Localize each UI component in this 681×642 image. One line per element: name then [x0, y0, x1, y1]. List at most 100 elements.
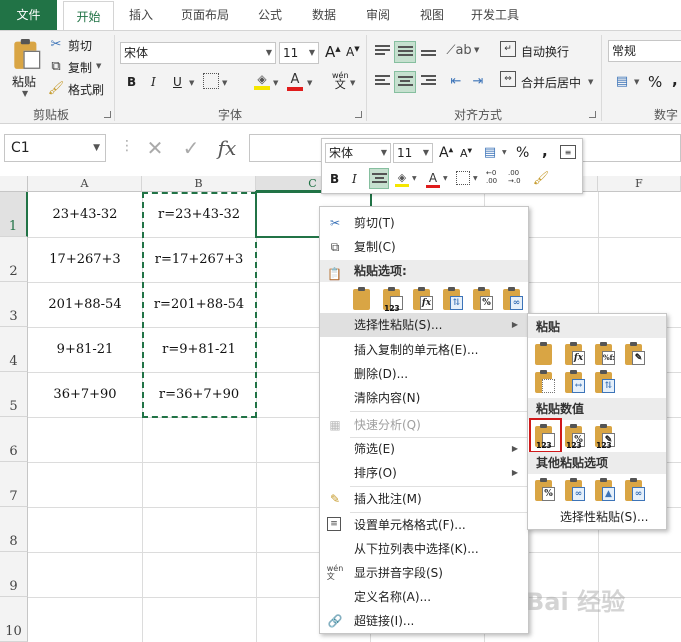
menu-item-define-name[interactable]: 定义名称(A)... [320, 585, 528, 609]
shrink-font-button[interactable]: A▼ [346, 45, 360, 59]
menu-item-copy[interactable]: ⧉ 复制(C) [320, 235, 528, 259]
tab-insert[interactable]: 插入 [120, 0, 162, 30]
mini-fill-color-icon[interactable]: ◈ [394, 169, 410, 189]
paste-button[interactable]: 粘贴 ▼ [8, 37, 42, 101]
orientation-icon[interactable]: ⟋ab [446, 40, 471, 60]
row-header[interactable]: 1 [0, 192, 28, 237]
tab-formulas[interactable]: 公式 [248, 0, 292, 30]
paste-values-icon[interactable]: 123 [382, 287, 404, 313]
mini-center-button[interactable] [369, 168, 389, 189]
wrap-text-button[interactable]: 自动换行 [521, 43, 569, 60]
menu-item-pick-list[interactable]: 从下拉列表中选择(K)... [320, 537, 528, 561]
column-header-f[interactable]: F [598, 176, 681, 192]
mini-format-table-icon[interactable]: ≡ [560, 145, 576, 159]
mini-font-combo[interactable]: 宋体 ▼ [325, 143, 391, 163]
accounting-format-icon[interactable]: ▤ [612, 71, 632, 91]
font-launcher-icon[interactable] [355, 111, 362, 118]
enter-icon[interactable]: ✓ [176, 134, 206, 162]
mini-format-painter-icon[interactable]: 🖌 [532, 169, 550, 187]
tab-view[interactable]: 视图 [410, 0, 454, 30]
paste-transpose-icon[interactable]: ⇅ [442, 287, 464, 311]
insert-function-icon[interactable]: fx [212, 134, 242, 162]
paste-icon[interactable] [534, 342, 556, 366]
mini-shrink-font-icon[interactable]: A▼ [460, 147, 472, 160]
tab-data[interactable]: 数据 [302, 0, 346, 30]
align-middle-button[interactable] [394, 41, 416, 63]
fill-color-icon[interactable]: ◈ [253, 71, 271, 91]
phonetic-button[interactable]: wén 文 [332, 71, 349, 90]
paste-formulas-icon[interactable]: fx [412, 287, 434, 311]
tab-file[interactable]: 文件 [0, 0, 57, 30]
menu-item-paste-special[interactable]: 选择性粘贴(S)... ▶ [320, 313, 528, 337]
paste-values-source-format-icon[interactable]: ✎ 123 [594, 424, 616, 450]
format-painter-button[interactable]: 🖌 格式刷 [48, 80, 108, 98]
mini-italic-button[interactable]: I [352, 172, 357, 186]
cell-a5[interactable]: 36+7+90 [28, 387, 142, 402]
align-left-button[interactable] [372, 71, 392, 91]
row-header[interactable]: 4 [0, 327, 28, 372]
mini-increase-decimal-icon[interactable]: ←0.00 [486, 169, 497, 185]
paste-keep-width-icon[interactable]: ↔ [564, 370, 586, 394]
paste-values-number-format-icon[interactable]: % 123 [564, 424, 586, 450]
row-header[interactable]: 3 [0, 282, 28, 327]
row-header[interactable]: 9 [0, 552, 28, 597]
paste-formatting-icon[interactable]: % [534, 478, 556, 502]
cell-a2[interactable]: 17+267+3 [28, 252, 142, 267]
align-right-button[interactable] [418, 71, 438, 91]
number-format-combo[interactable]: 常规 [608, 40, 681, 62]
mini-size-combo[interactable]: 11 ▼ [393, 143, 433, 163]
borders-icon[interactable] [203, 73, 219, 89]
align-bottom-button[interactable] [418, 43, 438, 63]
menu-item-phonetic[interactable]: wén 文 显示拼音字段(S) [320, 561, 528, 585]
cut-button[interactable]: ✂ 剪切 [48, 36, 108, 54]
menu-item-insert-copied[interactable]: 插入复制的单元格(E)... [320, 338, 528, 362]
column-header-a[interactable]: A [28, 176, 142, 192]
italic-button[interactable]: I [151, 75, 156, 89]
row-header[interactable]: 5 [0, 372, 28, 417]
paste-formatting-icon[interactable]: % [472, 287, 494, 311]
paste-icon[interactable] [352, 287, 374, 311]
paste-transpose-icon[interactable]: ⇅ [594, 370, 616, 394]
cell-a4[interactable]: 9+81-21 [28, 342, 142, 357]
paste-formulas-icon[interactable]: fx [564, 342, 586, 366]
mini-comma-button[interactable]: , [542, 142, 548, 160]
row-header[interactable]: 2 [0, 237, 28, 282]
name-box[interactable]: C1 ▼ [4, 134, 106, 162]
paste-linked-picture-icon[interactable]: ∞ [624, 478, 646, 502]
menu-item-sort[interactable]: 排序(O) ▶ [320, 461, 528, 485]
mini-accounting-icon[interactable]: ▤ [480, 143, 500, 161]
paste-no-borders-icon[interactable] [534, 370, 556, 394]
menu-item-format-cells[interactable]: ≡ 设置单元格格式(F)... [320, 513, 528, 537]
grow-font-button[interactable]: A▲ [325, 43, 341, 61]
select-all-corner[interactable] [0, 176, 28, 192]
font-color-button[interactable]: A [286, 71, 304, 91]
mini-borders-icon[interactable] [456, 171, 470, 185]
decrease-indent-icon[interactable]: ⇤ [446, 71, 466, 91]
mini-grow-font-icon[interactable]: A▲ [439, 145, 453, 161]
merge-center-button[interactable]: 合并后居中 [521, 74, 581, 91]
menu-item-insert-comment[interactable]: ✎ 插入批注(M) [320, 487, 528, 511]
cancel-icon[interactable]: ✕ [140, 134, 170, 162]
percent-button[interactable]: % [648, 73, 662, 91]
alignment-launcher-icon[interactable] [589, 111, 596, 118]
mini-percent-button[interactable]: % [516, 145, 529, 161]
paste-formulas-number-format-icon[interactable]: %fx [594, 342, 616, 366]
align-top-button[interactable] [372, 41, 392, 61]
menu-item-hyperlink[interactable]: 🔗 超链接(I)... [320, 609, 528, 633]
cell-a3[interactable]: 201+88-54 [28, 297, 142, 312]
cell-a1[interactable]: 23+43-32 [28, 207, 142, 222]
underline-button[interactable]: U [173, 75, 182, 89]
paste-link-icon[interactable]: ∞ [502, 287, 524, 311]
align-center-button[interactable] [394, 71, 416, 93]
font-name-combo[interactable]: 宋体 ▼ [120, 42, 276, 64]
increase-indent-icon[interactable]: ⇥ [468, 71, 488, 91]
tab-page-layout[interactable]: 页面布局 [172, 0, 238, 30]
drag-handle-icon[interactable]: ⋮ [120, 138, 134, 154]
menu-item-cut[interactable]: ✂ 剪切(T) [320, 211, 528, 235]
row-header[interactable]: 10 [0, 597, 28, 642]
clipboard-launcher-icon[interactable] [104, 111, 111, 118]
menu-item-filter[interactable]: 筛选(E) ▶ [320, 437, 528, 461]
bold-button[interactable]: B [127, 75, 136, 89]
paste-link-icon[interactable]: ∞ [564, 478, 586, 502]
submenu-paste-special[interactable]: 选择性粘贴(S)... [528, 505, 666, 529]
